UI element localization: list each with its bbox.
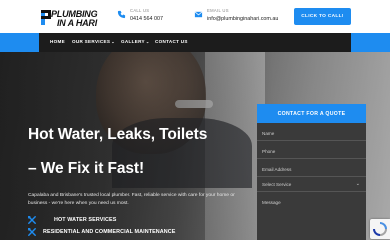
call-us-label: CALL US	[130, 8, 150, 13]
phone-field[interactable]: Phone	[257, 144, 366, 159]
hero-headline-line-2: – We Fix it Fast!	[28, 160, 145, 177]
quote-form-title: CONTACT FOR A QUOTE	[257, 104, 366, 123]
email-us-label: EMAIL US	[207, 8, 229, 13]
phone-icon	[117, 10, 126, 19]
quote-form: CONTACT FOR A QUOTE Name Phone Email Add…	[257, 104, 366, 240]
nav-item-label: CONTACT US	[155, 39, 188, 44]
service-select[interactable]: Select Service ⌄	[257, 177, 366, 192]
feature-text: RESIDENTIAL AND COMMERCIAL MAINTENANCE	[43, 229, 176, 235]
wrench-icon	[28, 228, 36, 236]
email-address[interactable]: info@plumbinginahari.com.au	[207, 16, 278, 22]
email-icon	[194, 11, 203, 18]
wrench-icon	[28, 216, 36, 224]
recaptcha-icon	[373, 222, 387, 236]
nav-item-our-services[interactable]: OUR SERVICES⌄	[72, 39, 115, 44]
nav-item-label: OUR SERVICES	[72, 39, 111, 44]
message-placeholder: Message	[262, 200, 281, 205]
service-placeholder: Select Service	[262, 182, 292, 187]
recaptcha-badge[interactable]	[370, 219, 390, 239]
main-nav-bar: HOME OUR SERVICES⌄ GALLERY⌄ CONTACT US	[0, 33, 390, 52]
phone-placeholder: Phone	[262, 149, 276, 154]
email-field[interactable]: Email Address	[257, 162, 366, 177]
feature-text: HOT WATER SERVICES	[54, 217, 117, 223]
logo-text: PLUMBING IN A HARI	[51, 10, 98, 28]
email-placeholder: Email Address	[262, 167, 292, 172]
chevron-down-icon: ⌄	[355, 181, 360, 187]
main-nav: HOME OUR SERVICES⌄ GALLERY⌄ CONTACT US	[39, 33, 351, 52]
message-field[interactable]: Message	[257, 198, 366, 240]
click-to-call-button[interactable]: CLICK TO CALL!	[294, 8, 351, 25]
top-bar: PLUMBING IN A HARI CALL US 0414 564 007 …	[0, 0, 390, 33]
name-field[interactable]: Name	[257, 126, 366, 141]
site-logo[interactable]: PLUMBING IN A HARI	[39, 9, 98, 31]
nav-item-contact-us[interactable]: CONTACT US	[155, 39, 188, 44]
chevron-down-icon: ⌄	[111, 39, 115, 44]
phone-number[interactable]: 0414 564 007	[130, 16, 163, 22]
logo-line-2: IN A HARI	[57, 17, 98, 28]
nav-item-home[interactable]: HOME	[50, 39, 65, 44]
hero-headline-line-1: Hot Water, Leaks, Toilets	[28, 126, 208, 143]
nav-item-label: GALLERY	[121, 39, 145, 44]
nav-item-label: HOME	[50, 39, 65, 44]
nav-item-gallery[interactable]: GALLERY⌄	[121, 39, 150, 44]
hero-subtext: Capalaba and Brisbane's trusted local pl…	[28, 193, 235, 206]
chevron-down-icon: ⌄	[145, 39, 150, 44]
name-placeholder: Name	[262, 131, 275, 136]
